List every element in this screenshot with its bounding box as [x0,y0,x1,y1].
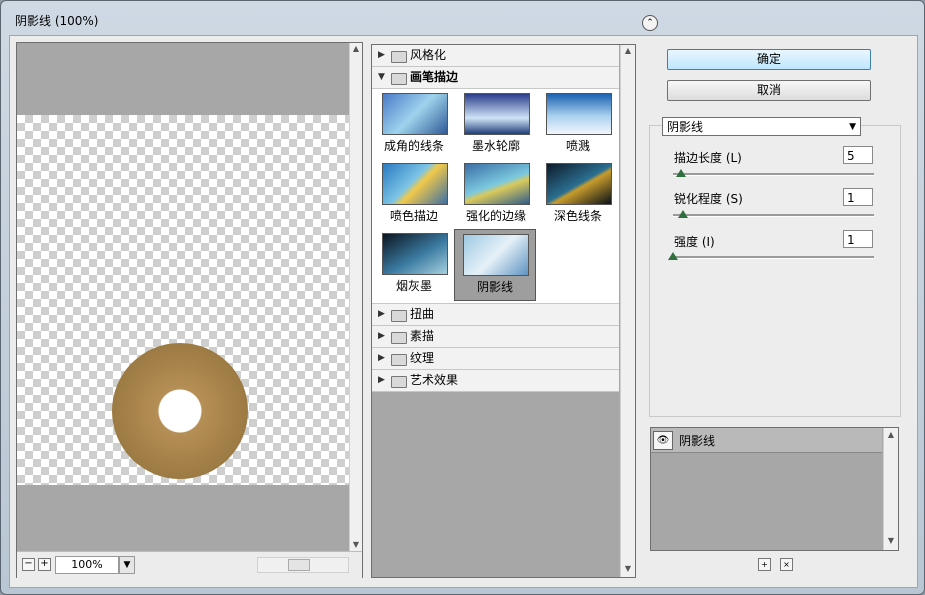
filter-sprayed-strokes[interactable]: 喷色描边 [374,159,454,229]
category-label: 扭曲 [410,307,435,321]
preview-panel: ▲ ▼ − + 100% ▼ [16,42,363,578]
zoom-out-button[interactable]: − [22,558,35,571]
cancel-button[interactable]: 取消 [667,80,871,101]
collapse-gallery-icon[interactable]: ⌃ [642,15,658,31]
category-stylize[interactable]: ▶ 风格化 [372,45,619,67]
filter-label: 强化的边缘 [465,209,526,223]
category-label: 画笔描边 [410,70,459,84]
category-texture[interactable]: ▶ 纹理 [372,348,619,370]
sharpness-label: 锐化程度 (S) [674,192,743,206]
preview-canvas[interactable] [17,43,350,551]
scroll-down-icon[interactable]: ▼ [884,536,898,545]
filter-select[interactable]: 阴影线 ▼ [662,117,861,136]
category-artistic[interactable]: ▶ 艺术效果 [372,370,619,392]
scroll-up-icon[interactable]: ▲ [350,43,362,55]
filter-angled-strokes[interactable]: 成角的线条 [374,89,454,159]
stroke-length-input[interactable]: 5 [843,146,873,164]
expand-triangle-icon: ▶ [378,309,385,319]
folder-icon [391,376,407,388]
effect-layer-row[interactable]: 👁 阴影线 [651,428,882,453]
category-label: 艺术效果 [410,373,459,387]
filter-gallery-window: 阴影线 (100%) ▲ ▼ − + 100% ▼ ▶ 风格化 ▼ 画笔描边 成… [0,0,925,595]
filter-label: 墨水轮廓 [471,139,520,153]
effect-layers-panel: 👁 阴影线 ▲ ▼ [650,427,899,551]
effect-layer-name: 阴影线 [679,434,716,448]
category-label: 纹理 [410,351,435,365]
filter-sumi-e[interactable]: 烟灰墨 [374,229,454,299]
gallery-vertical-scrollbar[interactable]: ▲ ▼ [620,45,635,577]
filter-settings-panel [649,125,901,417]
spatter-thumb-icon [546,93,612,135]
title-bar[interactable]: 阴影线 (100%) [1,1,924,35]
category-label: 风格化 [410,48,447,62]
zoom-in-button[interactable]: + [38,558,51,571]
filter-ink-outlines[interactable]: 墨水轮廓 [456,89,536,159]
horizontal-scroll-thumb[interactable] [288,559,310,571]
folder-icon [391,73,407,85]
transparency-checkerboard [17,115,350,485]
folder-icon [391,310,407,322]
sharpness-slider[interactable] [673,214,874,217]
scroll-up-icon[interactable]: ▲ [621,45,635,57]
folder-icon [391,332,407,344]
filter-crosshatch[interactable]: 阴影线 [454,229,536,301]
expand-triangle-icon: ▶ [378,50,385,60]
expand-triangle-icon: ▶ [378,353,385,363]
category-distort[interactable]: ▶ 扭曲 [372,304,619,326]
sharpness-input[interactable]: 1 [843,188,873,206]
ink-outlines-thumb-icon [464,93,530,135]
scroll-down-icon[interactable]: ▼ [621,563,635,575]
eye-icon[interactable]: 👁 [653,431,673,450]
trash-icon[interactable]: × [780,558,793,571]
filter-accented-edges[interactable]: 强化的边缘 [456,159,536,229]
filter-label: 成角的线条 [383,139,444,153]
scroll-up-icon[interactable]: ▲ [884,430,898,439]
layers-vertical-scrollbar[interactable]: ▲ ▼ [883,428,898,550]
strength-slider-handle[interactable] [668,252,678,260]
strength-slider[interactable] [673,256,874,259]
expand-triangle-icon: ▶ [378,375,385,385]
preview-vertical-scrollbar[interactable]: ▲ ▼ [349,43,362,551]
crosshatch-thumb-icon [463,234,529,276]
filter-select-value: 阴影线 [667,120,704,134]
sprayed-strokes-thumb-icon [382,163,448,205]
folder-icon [391,51,407,63]
category-brush-strokes[interactable]: ▼ 画笔描边 [372,67,619,89]
folder-icon [391,354,407,366]
filter-label: 喷溅 [565,139,590,153]
collapse-triangle-icon: ▼ [378,72,385,82]
dropdown-arrow-icon: ▼ [849,122,856,132]
filter-dark-strokes[interactable]: 深色线条 [538,159,618,229]
filter-label: 深色线条 [553,209,602,223]
filter-gallery-list: ▶ 风格化 ▼ 画笔描边 成角的线条 墨水轮廓 喷溅 喷色描边 强化的边缘 深色… [371,44,636,578]
strength-input[interactable]: 1 [843,230,873,248]
category-sketch[interactable]: ▶ 素描 [372,326,619,348]
scroll-down-icon[interactable]: ▼ [350,539,362,551]
sumi-e-thumb-icon [382,233,448,275]
angled-strokes-thumb-icon [382,93,448,135]
preview-horizontal-scrollbar[interactable] [257,557,349,573]
category-label: 素描 [410,329,435,343]
filter-label: 烟灰墨 [395,279,432,293]
strength-label: 强度 (I) [674,235,715,249]
window-title: 阴影线 (100%) [15,14,99,28]
zoom-level-field[interactable]: 100% [55,556,119,574]
new-effect-layer-icon[interactable]: + [758,558,771,571]
filter-spatter[interactable]: 喷溅 [538,89,618,159]
stroke-length-slider[interactable] [673,173,874,176]
stroke-length-label: 描边长度 (L) [674,151,742,165]
brush-strokes-thumbnails: 成角的线条 墨水轮廓 喷溅 喷色描边 强化的边缘 深色线条 烟灰墨 阴影线 [372,89,619,304]
stroke-length-slider-handle[interactable] [676,169,687,177]
donut-image [112,343,248,479]
ok-button[interactable]: 确定 [667,49,871,70]
filter-label: 喷色描边 [389,209,438,223]
accented-edges-thumb-icon [464,163,530,205]
expand-triangle-icon: ▶ [378,331,385,341]
sharpness-slider-handle[interactable] [678,210,689,218]
preview-toolbar: − + 100% ▼ [17,551,362,578]
zoom-dropdown-icon[interactable]: ▼ [119,556,135,574]
dark-strokes-thumb-icon [546,163,612,205]
filter-label: 阴影线 [476,280,513,294]
